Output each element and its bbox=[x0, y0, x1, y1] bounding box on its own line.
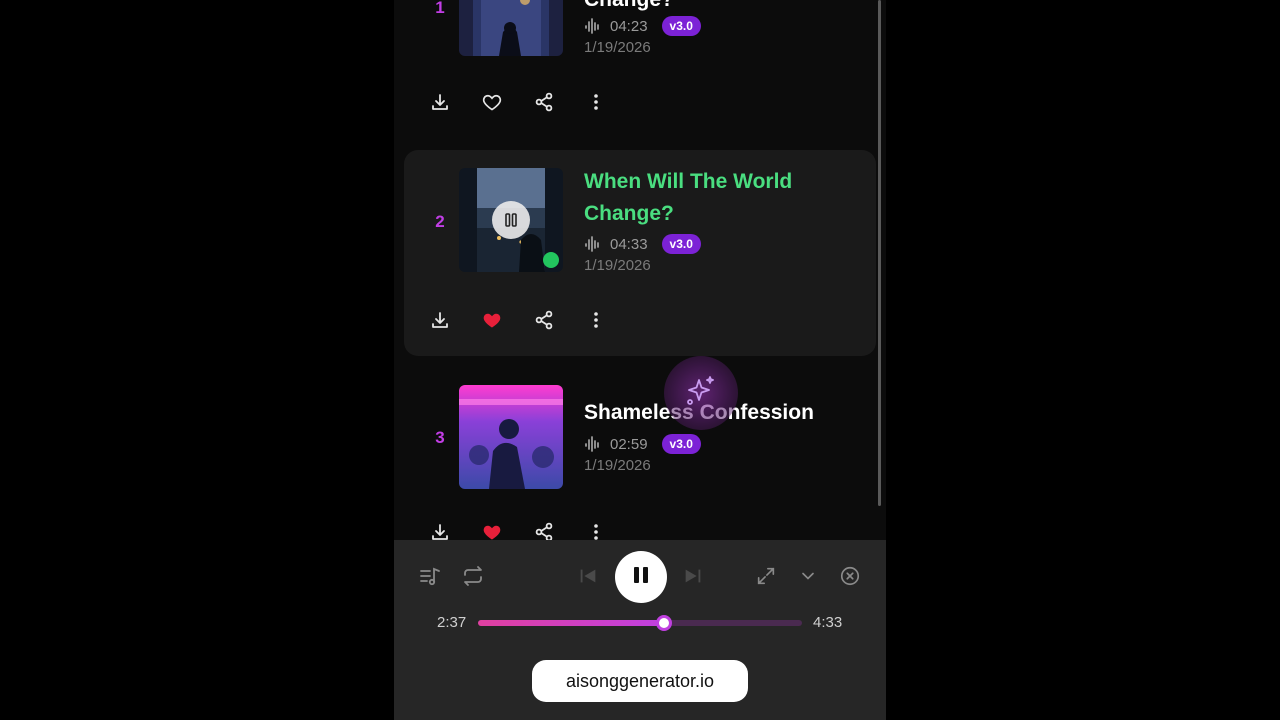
total-time: 4:33 bbox=[813, 614, 843, 631]
track-title[interactable]: Change? bbox=[584, 0, 854, 16]
track-date: 1/19/2026 bbox=[584, 257, 651, 274]
repeat-icon[interactable] bbox=[461, 564, 485, 588]
download-icon[interactable] bbox=[430, 522, 450, 542]
track-row-1[interactable]: 1 Change? 04:23 v3.0 1/19/2026 bbox=[404, 0, 876, 140]
ai-generate-button[interactable] bbox=[664, 356, 738, 430]
track-date: 1/19/2026 bbox=[584, 39, 651, 56]
track-actions bbox=[430, 310, 606, 330]
share-icon[interactable] bbox=[534, 522, 554, 542]
more-vertical-icon[interactable] bbox=[586, 522, 606, 542]
more-vertical-icon[interactable] bbox=[586, 92, 606, 112]
track-number: 3 bbox=[435, 428, 445, 447]
playlist-icon[interactable] bbox=[418, 564, 442, 588]
chevron-down-icon[interactable] bbox=[796, 564, 820, 588]
track-title[interactable]: When Will The World Change? bbox=[584, 166, 854, 230]
playing-indicator bbox=[543, 252, 559, 268]
sparkle-icon bbox=[684, 374, 718, 413]
progress-fill bbox=[478, 620, 665, 626]
track-cover[interactable] bbox=[459, 385, 563, 489]
track-meta: 04:33 v3.0 bbox=[584, 234, 701, 254]
download-icon[interactable] bbox=[430, 310, 450, 330]
track-duration: 04:33 bbox=[610, 235, 648, 253]
track-duration: 04:23 bbox=[610, 17, 648, 35]
track-cover[interactable] bbox=[459, 0, 563, 56]
track-date: 1/19/2026 bbox=[584, 457, 651, 474]
track-row-3[interactable]: 3 Shameless Confession 02:59 v3.0 1/19/2… bbox=[404, 368, 876, 542]
waveform-icon bbox=[584, 235, 602, 253]
heart-icon[interactable] bbox=[482, 92, 502, 112]
version-badge: v3.0 bbox=[661, 234, 701, 254]
skip-next-icon[interactable] bbox=[681, 564, 705, 588]
player-bar: 2:37 4:33 aisonggenerator.io bbox=[394, 540, 886, 720]
expand-icon[interactable] bbox=[754, 564, 778, 588]
track-cover[interactable] bbox=[459, 168, 563, 272]
track-row-2[interactable]: 2 When Will The World Change? 04:33 v3.0… bbox=[404, 150, 876, 356]
heart-icon[interactable] bbox=[482, 310, 502, 330]
share-icon[interactable] bbox=[534, 92, 554, 112]
pause-overlay-button[interactable] bbox=[492, 201, 530, 239]
track-actions bbox=[430, 92, 606, 112]
more-vertical-icon[interactable] bbox=[586, 310, 606, 330]
version-badge: v3.0 bbox=[661, 16, 701, 36]
waveform-icon bbox=[584, 435, 602, 453]
track-duration: 02:59 bbox=[610, 435, 648, 453]
skip-previous-icon[interactable] bbox=[576, 564, 600, 588]
share-icon[interactable] bbox=[534, 310, 554, 330]
waveform-icon bbox=[584, 17, 602, 35]
progress-handle[interactable] bbox=[656, 615, 673, 631]
track-actions bbox=[430, 522, 606, 542]
progress-bar[interactable] bbox=[478, 615, 802, 631]
track-meta: 02:59 v3.0 bbox=[584, 434, 701, 454]
track-meta: 04:23 v3.0 bbox=[584, 16, 701, 36]
download-icon[interactable] bbox=[430, 92, 450, 112]
elapsed-time: 2:37 bbox=[437, 614, 467, 631]
version-badge: v3.0 bbox=[661, 434, 701, 454]
track-number: 1 bbox=[435, 0, 445, 17]
play-pause-button[interactable] bbox=[615, 551, 667, 603]
close-circle-icon[interactable] bbox=[838, 564, 862, 588]
scrollbar[interactable] bbox=[878, 0, 881, 506]
pause-icon bbox=[630, 564, 652, 591]
site-label[interactable]: aisonggenerator.io bbox=[532, 660, 748, 702]
track-number: 2 bbox=[435, 212, 445, 231]
app-viewport: 1 Change? 04:23 v3.0 1/19/2026 bbox=[394, 0, 886, 720]
heart-icon[interactable] bbox=[482, 522, 502, 542]
